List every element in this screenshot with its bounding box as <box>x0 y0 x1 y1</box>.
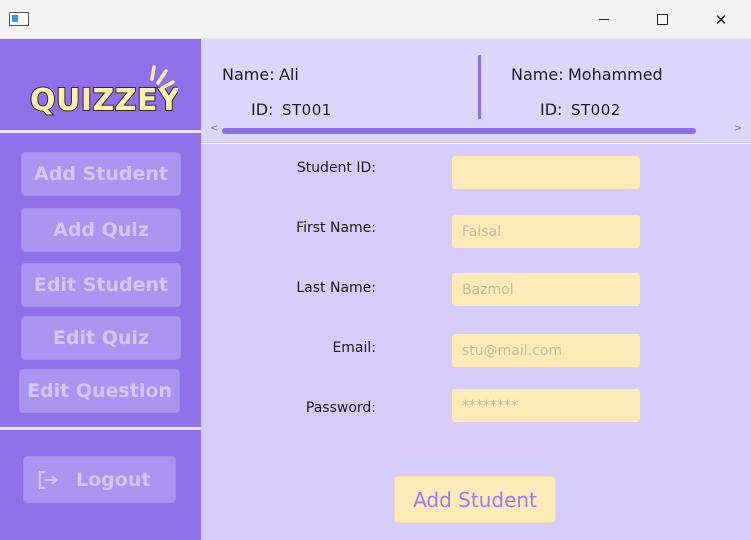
first-name-label: First Name: <box>296 220 376 236</box>
add-student-submit-button[interactable]: Add Student <box>395 477 555 522</box>
member-1-id: ST001 <box>282 101 332 119</box>
email-label: Email: <box>332 340 376 356</box>
maximize-button[interactable] <box>633 0 691 39</box>
logout-button[interactable]: Logout <box>24 457 175 502</box>
app-window-icon <box>9 12 29 26</box>
password-input[interactable] <box>452 389 640 422</box>
logo-text: QUIZZEY <box>30 83 178 118</box>
member-1-name-label: Name: <box>222 65 275 84</box>
close-button[interactable]: ✕ <box>692 0 750 39</box>
student-id-input[interactable] <box>452 156 640 189</box>
minimize-button[interactable] <box>575 0 633 39</box>
student-id-label: Student ID: <box>296 160 376 176</box>
sidebar-divider-bottom <box>0 427 201 430</box>
add-student-nav-button[interactable]: Add Student <box>22 153 180 195</box>
member-2-id-label: ID: <box>540 100 563 119</box>
edit-student-nav-button[interactable]: Edit Student <box>22 264 180 306</box>
minimize-icon <box>599 19 609 20</box>
logout-icon <box>39 470 58 489</box>
maximize-icon <box>656 14 668 25</box>
scrollbar-thumb[interactable] <box>222 128 696 134</box>
add-quiz-nav-button[interactable]: Add Quiz <box>22 209 180 251</box>
password-label: Password: <box>305 400 376 416</box>
edit-question-nav-button[interactable]: Edit Question <box>20 370 179 412</box>
header-divider <box>478 55 481 119</box>
edit-quiz-nav-button[interactable]: Edit Quiz <box>22 317 180 359</box>
title-bar: ✕ <box>0 0 751 39</box>
first-name-input[interactable] <box>452 215 640 248</box>
last-name-input[interactable] <box>452 273 640 306</box>
logout-label: Logout <box>76 468 151 491</box>
sidebar-divider-top <box>0 130 201 133</box>
header-horizontal-scrollbar[interactable]: < > <box>210 123 744 137</box>
member-1-name: Ali <box>279 65 299 84</box>
member-1-id-label: ID: <box>251 100 274 119</box>
member-2-name-label: Name: <box>511 65 564 84</box>
last-name-label: Last Name: <box>296 280 376 296</box>
scroll-right-arrow[interactable]: > <box>734 123 742 134</box>
member-2-name: Mohammed <box>568 65 663 84</box>
member-2-id: ST002 <box>571 101 621 119</box>
email-input[interactable] <box>452 334 640 367</box>
quizzey-logo: QUIZZEY <box>29 65 178 119</box>
close-icon: ✕ <box>714 10 728 29</box>
scroll-left-arrow[interactable]: < <box>210 123 218 134</box>
